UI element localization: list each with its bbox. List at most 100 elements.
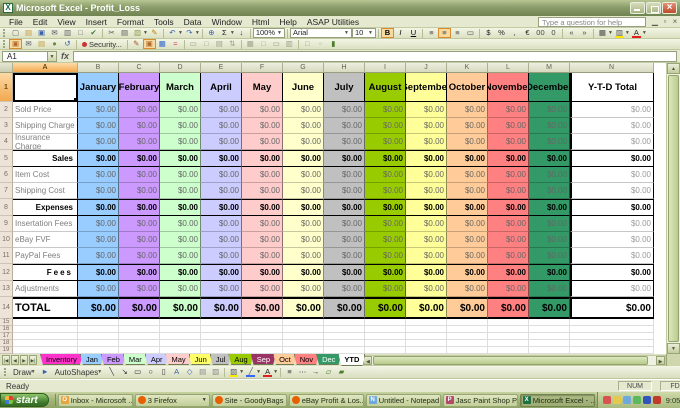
grid-cell[interactable] <box>529 319 570 326</box>
gray-7-icon[interactable]: ▭ <box>270 39 283 49</box>
shadow-style-icon[interactable]: ▱ <box>322 367 335 377</box>
currency-icon[interactable]: $ <box>482 28 495 38</box>
grid-cell[interactable]: $0.00 <box>365 281 406 297</box>
row-label-insertation-fees[interactable]: Insertation Fees <box>13 216 78 232</box>
gray-1-icon[interactable]: ▭ <box>187 39 200 49</box>
row-header-8[interactable]: 8 <box>0 199 13 216</box>
green-box-icon[interactable]: ▮ <box>327 39 340 49</box>
grid-cell[interactable]: $0.00 <box>119 281 160 297</box>
security-button[interactable]: Security... <box>79 39 125 49</box>
grid-cell[interactable]: $0.00 <box>447 183 488 199</box>
grid-cell[interactable]: $0.00 <box>78 216 119 232</box>
grid-cell[interactable]: $0.00 <box>78 281 119 297</box>
grid-cell[interactable]: $0.00 <box>406 183 447 199</box>
row-label-expenses[interactable]: Expenses <box>13 199 78 216</box>
row-header-12[interactable]: 12 <box>0 264 13 281</box>
merge-center-icon[interactable]: ▭ <box>464 28 477 38</box>
row-header-6[interactable]: 6 <box>0 167 13 183</box>
arrow-icon[interactable]: ↘ <box>118 367 131 377</box>
grid-cell[interactable]: $0.00 <box>447 102 488 118</box>
gray-3-icon[interactable]: ▤ <box>213 39 226 49</box>
row-header-4[interactable]: 4 <box>0 134 13 150</box>
column-header-m[interactable]: M <box>529 63 570 73</box>
grid-cell[interactable] <box>283 333 324 340</box>
column-header-d[interactable]: D <box>160 63 201 73</box>
grid-cell[interactable]: $0.00 <box>242 297 283 319</box>
grid-cell[interactable]: $0.00 <box>160 216 201 232</box>
tray-display-icon[interactable] <box>643 396 651 404</box>
grid-cell[interactable]: $0.00 <box>529 216 570 232</box>
grid-cell[interactable] <box>529 326 570 333</box>
grid-cell[interactable] <box>447 347 488 354</box>
grid-cell[interactable]: $0.00 <box>160 264 201 281</box>
grid-cell[interactable]: $0.00 <box>324 167 365 183</box>
grid-cell[interactable]: $0.00 <box>365 264 406 281</box>
scroll-right-icon[interactable]: ▶ <box>656 356 665 365</box>
menu-help[interactable]: Help <box>274 17 301 27</box>
gray-5-icon[interactable]: ▦ <box>244 39 257 49</box>
format-painter-icon[interactable]: ✎ <box>148 28 161 38</box>
column-header-a[interactable]: A <box>13 63 78 73</box>
gray-2-icon[interactable]: □ <box>200 39 213 49</box>
month-header-august[interactable]: August <box>365 73 406 102</box>
dash-style-icon[interactable]: ⋯ <box>296 367 309 377</box>
addin-2-icon[interactable]: ✉ <box>22 39 35 49</box>
start-button[interactable]: start <box>0 393 49 407</box>
minimize-button[interactable] <box>630 2 645 14</box>
grid-cell-ytd[interactable]: $0.00 <box>570 134 654 150</box>
scroll-down-icon[interactable]: ▼ <box>667 343 680 354</box>
menu-window[interactable]: Window <box>207 17 247 27</box>
month-header-february[interactable]: February <box>119 73 160 102</box>
grid-cell[interactable]: $0.00 <box>242 216 283 232</box>
grid-cell[interactable]: $0.00 <box>160 297 201 319</box>
select-all-corner[interactable] <box>0 63 13 73</box>
grid-cell[interactable]: $0.00 <box>242 150 283 167</box>
grid-cell[interactable] <box>488 333 529 340</box>
grid-cell[interactable] <box>365 319 406 326</box>
save-icon[interactable]: ▣ <box>35 28 48 38</box>
grid-cell[interactable]: $0.00 <box>365 199 406 216</box>
grid-cell[interactable] <box>242 326 283 333</box>
spelling-icon[interactable]: ✔ <box>87 28 100 38</box>
task-firefox[interactable]: Site - GoodyBags <box>212 394 287 407</box>
column-header-h[interactable]: H <box>324 63 365 73</box>
decrease-decimal-icon[interactable]: 0 <box>547 28 560 38</box>
grid-cell[interactable] <box>201 333 242 340</box>
tab-scroll-previous-icon[interactable]: ◀ <box>11 355 19 365</box>
sheet-tab-jan[interactable]: Jan <box>80 354 104 365</box>
workbook-close-icon[interactable]: × <box>670 17 680 26</box>
month-header-june[interactable]: June <box>283 73 324 102</box>
grid-cell[interactable]: $0.00 <box>324 264 365 281</box>
row-label-insurance-charge[interactable]: Insurance Charge <box>13 134 78 150</box>
horizontal-scrollbar[interactable]: ◀ ▶ <box>362 355 666 366</box>
toolbar-grip[interactable] <box>3 29 6 37</box>
grid-cell[interactable]: $0.00 <box>406 248 447 264</box>
grid-cell[interactable]: $0.00 <box>201 281 242 297</box>
grid-cell[interactable] <box>201 319 242 326</box>
font-color-icon[interactable]: A <box>261 367 274 377</box>
grid-cell-ytd[interactable]: $0.00 <box>570 118 654 134</box>
grid-cell[interactable]: $0.00 <box>201 199 242 216</box>
grid-cell[interactable] <box>529 340 570 347</box>
month-header-december[interactable]: December <box>529 73 570 102</box>
grid-cell[interactable] <box>13 326 78 333</box>
grid-cell[interactable]: $0.00 <box>283 248 324 264</box>
scroll-left-icon[interactable]: ◀ <box>363 356 372 365</box>
gray-6-icon[interactable]: □ <box>257 39 270 49</box>
grid-cell[interactable] <box>119 347 160 354</box>
grid-cell[interactable]: $0.00 <box>201 167 242 183</box>
restore-button[interactable] <box>646 2 661 14</box>
grid-cell[interactable]: $0.00 <box>201 134 242 150</box>
grid-cell[interactable] <box>406 326 447 333</box>
select-objects-icon[interactable]: ► <box>39 367 52 377</box>
name-box-dropdown[interactable]: ▼ <box>48 51 57 62</box>
grid-cell[interactable]: $0.00 <box>529 183 570 199</box>
highlight-icon[interactable]: ▣ <box>143 39 156 49</box>
grid-cell[interactable]: $0.00 <box>447 216 488 232</box>
grid-cell[interactable]: $0.00 <box>447 134 488 150</box>
grid-cell[interactable] <box>78 319 119 326</box>
grid-cell[interactable]: $0.00 <box>365 297 406 319</box>
grid-cell[interactable] <box>488 347 529 354</box>
task-firefox[interactable]: 3 Firefox▼ <box>135 394 210 407</box>
grid-cell[interactable]: $0.00 <box>119 167 160 183</box>
